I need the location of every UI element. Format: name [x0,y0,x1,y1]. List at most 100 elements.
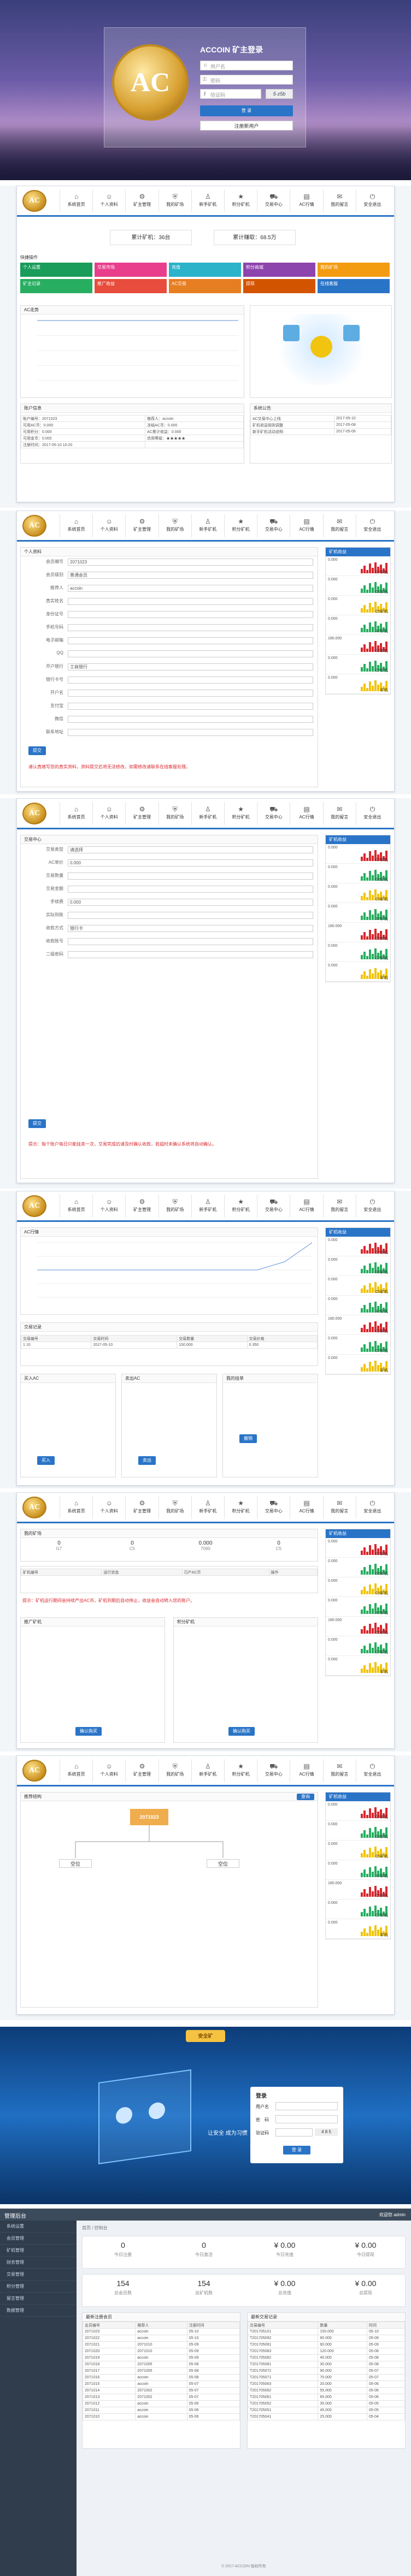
nav-item[interactable]: ♙ 新手矿机 [191,1759,224,1782]
points-buy-button[interactable]: 确认购买 [228,1727,255,1736]
dashboard-menu-item[interactable]: 数据管理 [0,2305,77,2317]
quick-action-tile[interactable]: 积分商城 [243,263,315,277]
nav-item[interactable]: ☺ 个人资料 [92,1759,125,1782]
nav-item[interactable]: ⚙ 矿主管理 [125,802,158,825]
register-link[interactable]: 注册新用户 [200,121,293,130]
nav-item[interactable]: ★ 积分矿机 [224,189,257,212]
dashboard-menu-item[interactable]: 留言管理 [0,2293,77,2305]
nav-item[interactable]: ▤ AC行情 [290,514,322,537]
nav-item[interactable]: ⏻ 安全退出 [355,514,389,537]
profile-submit-button[interactable]: 提交 [28,746,46,755]
trade-submit-button[interactable]: 提交 [28,1119,46,1128]
nav-item[interactable]: ✉ 我的留言 [322,1496,356,1519]
admin-field-input[interactable] [275,2102,338,2110]
nav-item[interactable]: ⛨ 我的矿场 [158,514,191,537]
nav-item[interactable]: ⛨ 我的矿场 [158,802,191,825]
nav-item[interactable]: ☺ 个人资料 [92,514,125,537]
login-submit-button[interactable]: 登 录 [200,105,293,116]
form-input[interactable]: 2071023 [68,559,313,566]
nav-item[interactable]: ⌂ 系统首页 [60,514,92,537]
nav-item[interactable]: ★ 积分矿机 [224,514,257,537]
nav-item[interactable]: ⛨ 我的矿场 [158,1195,191,1218]
tree-child-left[interactable]: 空位 [59,1859,92,1868]
nav-item[interactable]: ⌂ 系统首页 [60,1195,92,1218]
form-input[interactable] [68,872,313,880]
tree-search-button[interactable]: 查询 [297,1794,314,1800]
nav-item[interactable]: ▤ AC行情 [290,1195,322,1218]
dashboard-menu-item[interactable]: 财务管理 [0,2257,77,2269]
nav-item[interactable]: ☺ 个人资料 [92,1496,125,1519]
admin-field-input[interactable] [275,2128,313,2136]
site-logo[interactable]: AC [22,1497,46,1518]
form-input[interactable]: 0.000 [68,859,313,866]
nav-item[interactable]: ⏻ 安全退出 [355,1195,389,1218]
nav-item[interactable]: ⛟ 交易中心 [257,1195,290,1218]
tree-root-node[interactable]: 2071023 [130,1809,168,1825]
form-input[interactable] [68,690,313,697]
quick-action-tile[interactable]: 我的矿场 [318,263,390,277]
nav-item[interactable]: ⛨ 我的矿场 [158,1759,191,1782]
nav-item[interactable]: ✉ 我的留言 [322,1195,356,1218]
quick-action-tile[interactable]: 在线客服 [318,279,390,293]
nav-item[interactable]: ★ 积分矿机 [224,802,257,825]
form-input[interactable]: 银行卡 [68,925,313,932]
form-input[interactable] [68,703,313,710]
form-input[interactable]: 普通会员 [68,572,313,579]
form-input[interactable]: accoin [68,585,313,592]
form-input[interactable] [68,624,313,631]
nav-item[interactable]: ⌂ 系统首页 [60,1496,92,1519]
quick-action-tile[interactable]: 个人设置 [20,263,92,277]
promo-buy-button[interactable]: 确认购买 [75,1727,102,1736]
form-input[interactable] [68,951,313,958]
site-logo[interactable]: AC [22,803,46,824]
nav-item[interactable]: ♙ 新手矿机 [191,514,224,537]
nav-item[interactable]: ♙ 新手矿机 [191,189,224,212]
nav-item[interactable]: ⚙ 矿主管理 [125,514,158,537]
nav-item[interactable]: ⏻ 安全退出 [355,1759,389,1782]
quick-action-tile[interactable]: AC交易 [169,279,241,293]
nav-item[interactable]: ⛟ 交易中心 [257,1759,290,1782]
buy-button[interactable]: 买入 [37,1456,55,1465]
captcha-image[interactable]: 5·z5b [266,89,293,99]
nav-item[interactable]: ⛟ 交易中心 [257,802,290,825]
site-logo[interactable]: AC [22,1760,46,1782]
nav-item[interactable]: ⛟ 交易中心 [257,189,290,212]
nav-item[interactable]: ♙ 新手矿机 [191,802,224,825]
form-input[interactable] [68,912,313,919]
form-input[interactable] [68,611,313,618]
nav-item[interactable]: ♙ 新手矿机 [191,1195,224,1218]
nav-item[interactable]: ▤ AC行情 [290,802,322,825]
nav-item[interactable]: ⛨ 我的矿场 [158,189,191,212]
form-input[interactable]: 工商银行 [68,663,313,670]
nav-item[interactable]: ⛟ 交易中心 [257,514,290,537]
quick-action-tile[interactable]: 提现 [243,279,315,293]
sell-button[interactable]: 卖出 [138,1456,156,1465]
nav-item[interactable]: ⚙ 矿主管理 [125,189,158,212]
admin-captcha-image[interactable]: 4 8 5 [315,2128,338,2136]
nav-item[interactable]: ★ 积分矿机 [224,1496,257,1519]
admin-login-button[interactable]: 登 录 [283,2146,310,2154]
site-logo[interactable]: AC [22,515,46,537]
dashboard-user-menu[interactable]: 欢迎您 admin [379,2212,406,2218]
nav-item[interactable]: ✉ 我的留言 [322,189,356,212]
tree-child-right[interactable]: 空位 [207,1859,239,1868]
cancel-order-button[interactable]: 撤销 [239,1434,257,1443]
nav-item[interactable]: ☺ 个人资料 [92,1195,125,1218]
nav-item[interactable]: ☺ 个人资料 [92,189,125,212]
nav-item[interactable]: ⚙ 矿主管理 [125,1496,158,1519]
dashboard-menu-item[interactable]: 矿机管理 [0,2245,77,2257]
nav-item[interactable]: ♙ 新手矿机 [191,1496,224,1519]
quick-action-tile[interactable]: 矿主记录 [20,279,92,293]
quick-action-tile[interactable]: 推广收益 [95,279,167,293]
form-input[interactable] [68,598,313,605]
form-input[interactable]: 请选择 [68,846,313,853]
nav-item[interactable]: ☺ 个人资料 [92,802,125,825]
nav-item[interactable]: ⏻ 安全退出 [355,1496,389,1519]
nav-item[interactable]: ⏻ 安全退出 [355,802,389,825]
form-input[interactable] [68,938,313,945]
nav-item[interactable]: ⛟ 交易中心 [257,1496,290,1519]
nav-item[interactable]: ⚙ 矿主管理 [125,1759,158,1782]
dashboard-menu-item[interactable]: 系统设置 [0,2221,77,2233]
form-input[interactable] [68,650,313,657]
form-input[interactable]: 0.000 [68,899,313,906]
